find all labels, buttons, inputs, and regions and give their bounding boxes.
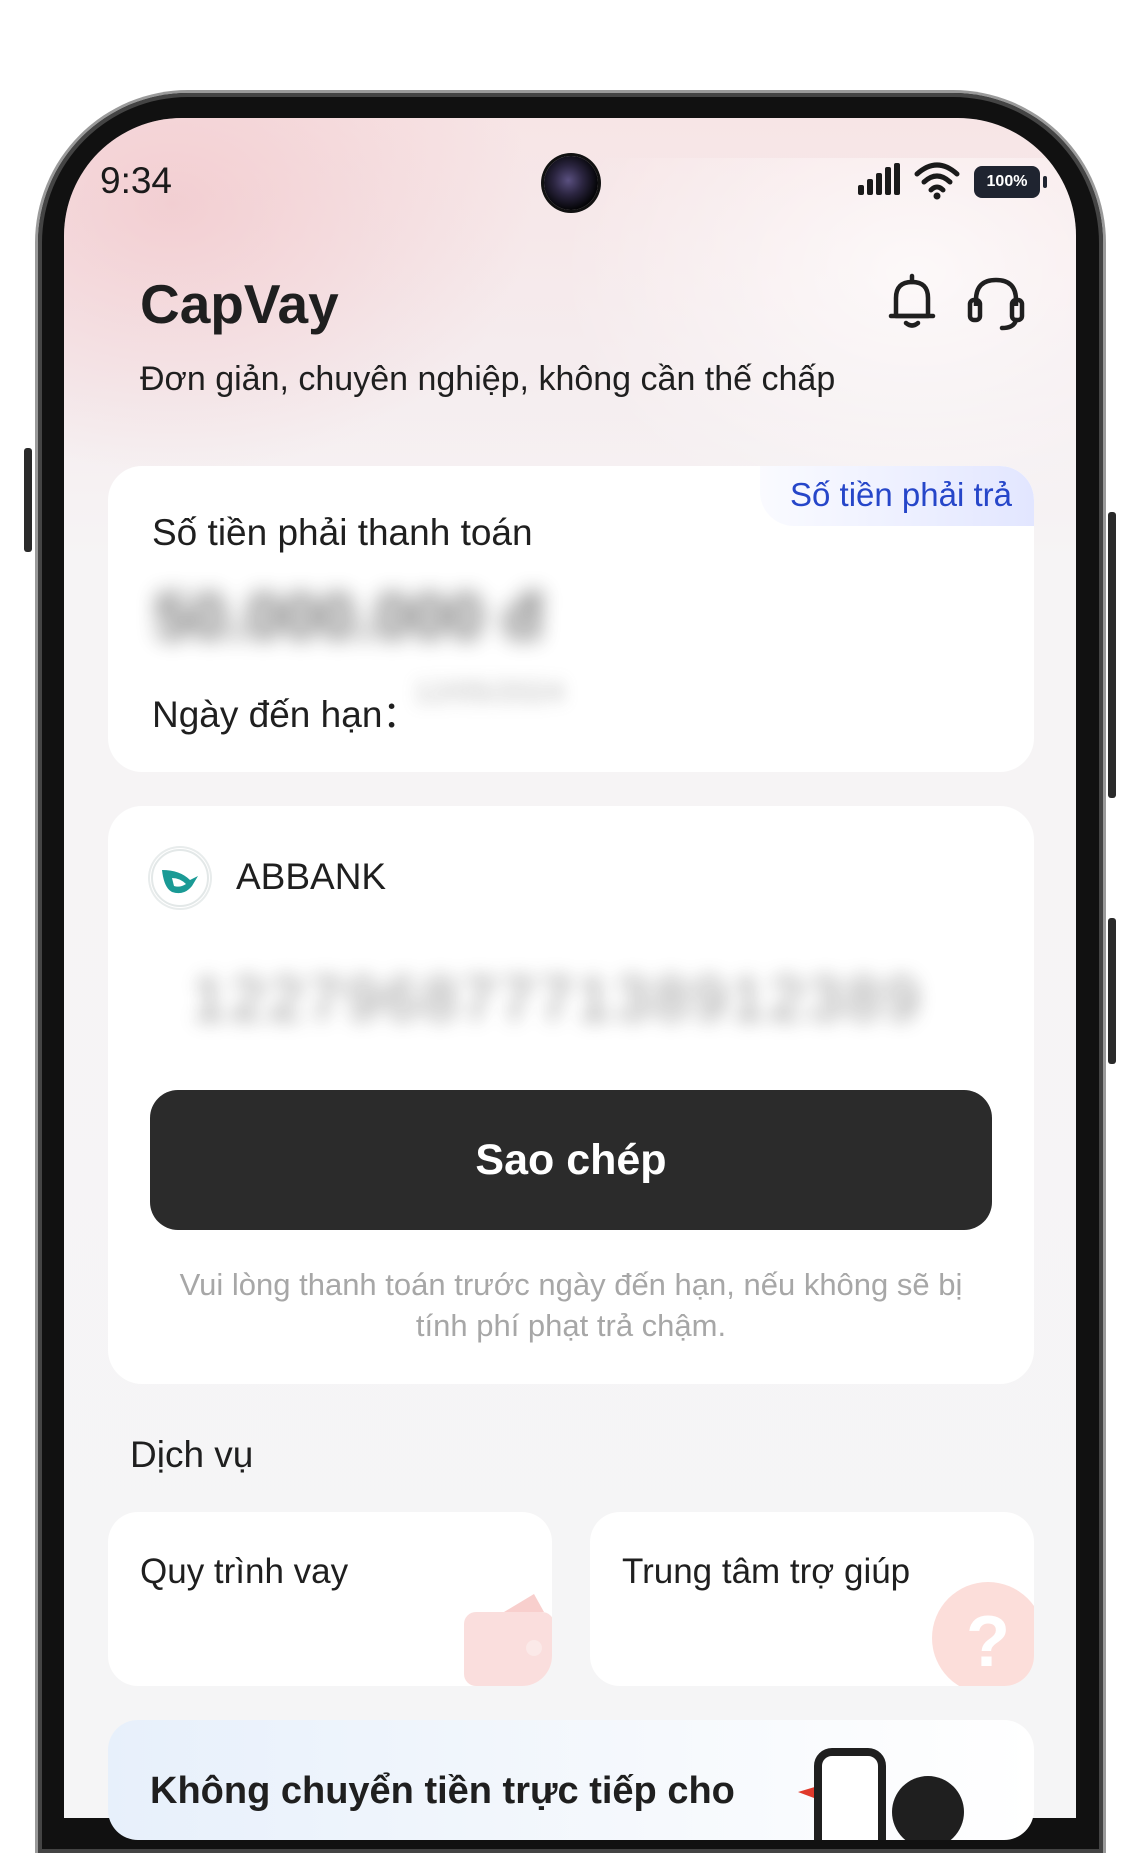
app-title: CapVay [140,273,339,335]
service-loan-process[interactable]: Quy trình vay [108,1512,552,1686]
amount-due-tag: Số tiền phải trả [760,466,1034,526]
wallet-icon [464,1594,552,1686]
due-date-value-blurred: 12/05/2024 [414,676,565,709]
bank-transfer-card: ABBANK 1227968777138912389 Sao chép Vui … [108,806,1034,1384]
phone-warning-illustration-icon [798,1748,964,1840]
bank-name: ABBANK [236,856,387,897]
customer-support-headset-icon[interactable] [966,272,1026,332]
svg-text:?: ? [966,1602,1010,1682]
copy-button[interactable]: Sao chép [150,1090,992,1230]
cellular-signal-icon [858,163,900,195]
banner-text: Không chuyển tiền trực tiếp cho [150,1770,735,1812]
help-question-icon: ? [932,1582,1034,1686]
status-time: 9:34 [100,160,173,201]
amount-value-blurred: 50.000.000 đ [154,579,543,653]
payment-amount-card: Số tiền phải trả Số tiền phải thanh toán… [108,466,1034,772]
due-date-label: Ngày đến hạn： [152,694,420,735]
battery-indicator: 100% [974,166,1047,198]
account-number-blurred: 1227968777138912389 [192,965,924,1034]
phone-power-button [1108,512,1116,798]
services-section-title: Dịch vụ [130,1434,254,1475]
front-camera [544,156,598,210]
abbank-logo-icon [150,848,210,908]
service-label: Quy trình vay [140,1552,349,1591]
app-subtitle: Đơn giản, chuyên nghiệp, không cần thế c… [140,360,836,398]
service-help-center[interactable]: Trung tâm trợ giúp ? [590,1512,1034,1686]
service-label: Trung tâm trợ giúp [622,1552,911,1591]
notification-bell-icon[interactable] [882,272,942,332]
late-payment-note: Vui lòng thanh toán trước ngày đến hạn, … [179,1267,963,1343]
wifi-icon [914,162,960,200]
phone-side-button-left [24,448,32,552]
phone-volume-button [1108,918,1116,1064]
amount-label: Số tiền phải thanh toán [152,512,533,553]
safety-banner[interactable]: Không chuyển tiền trực tiếp cho [108,1720,1034,1840]
